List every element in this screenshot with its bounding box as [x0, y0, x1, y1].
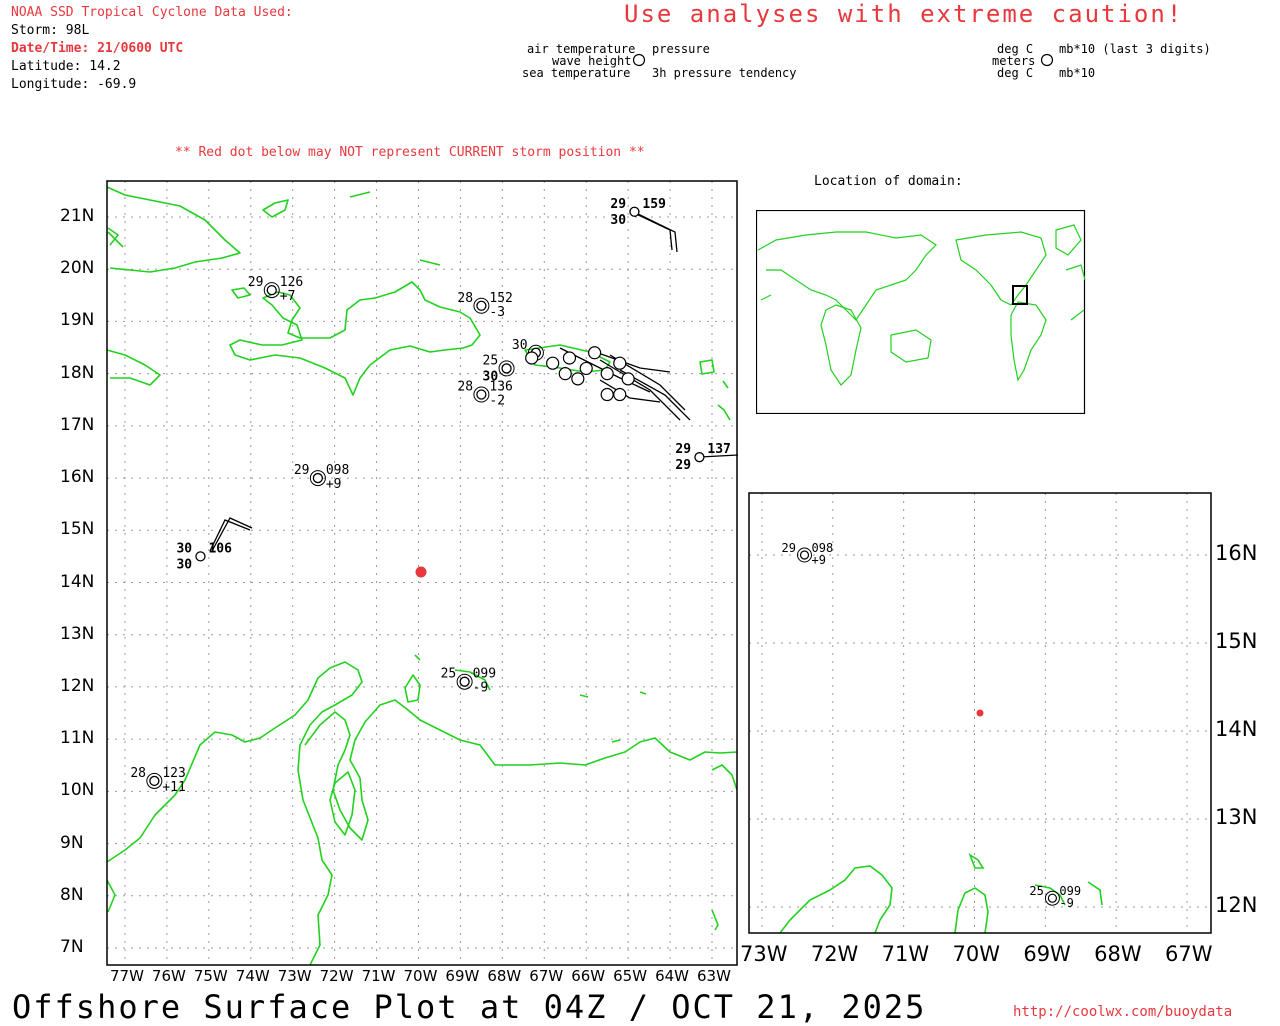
zoom-lon-label: 71W	[881, 942, 930, 966]
main-lat-label: 17N	[60, 414, 95, 435]
zoom-lat-label: 15N	[1215, 629, 1258, 653]
main-lat-label: 19N	[60, 310, 95, 331]
zoom-lon-label: 70W	[952, 942, 1001, 966]
zoom-storm-position-marker	[976, 709, 984, 717]
main-lat-label: 12N	[60, 675, 95, 696]
main-lon-label: 65W	[613, 967, 648, 985]
main-lon-label: 68W	[487, 967, 522, 985]
main-lon-label: 66W	[571, 967, 606, 985]
main-lat-label: 21N	[60, 206, 95, 226]
main-lon-label: 77W	[110, 967, 144, 985]
footer-url[interactable]: http://coolwx.com/buoydata	[1013, 1004, 1232, 1020]
main-lat-label: 18N	[60, 362, 95, 383]
main-lat-label: 20N	[60, 258, 95, 279]
main-lon-label: 76W	[151, 967, 186, 985]
main-lon-label: 64W	[655, 967, 689, 985]
main-lon-label: 63W	[697, 967, 731, 985]
main-lon-label: 72W	[319, 967, 354, 985]
main-lon-label: 73W	[277, 967, 312, 985]
zoom-station-air-temp: 25	[1029, 884, 1043, 898]
main-lon-label: 74W	[235, 967, 270, 985]
main-lon-label: 71W	[361, 967, 396, 985]
main-lat-label: 7N	[60, 937, 84, 957]
main-lat-label: 15N	[60, 519, 95, 540]
zoom-station-air-temp: 29	[782, 541, 796, 555]
main-lon-label: 70W	[403, 967, 438, 985]
zoom-lat-label: 16N	[1215, 541, 1258, 565]
main-lat-label: 11N	[60, 728, 95, 749]
zoom-lat-label: 13N	[1215, 805, 1258, 829]
zoom-lon-label: 73W	[740, 942, 788, 966]
main-lat-label: 9N	[60, 832, 84, 853]
main-lat-label: 8N	[60, 884, 84, 905]
zoom-map: 29 098+9 25 099-9	[748, 492, 1212, 934]
zoom-lon-label: 72W	[810, 942, 859, 966]
zoom-lat-label: 12N	[1215, 893, 1258, 917]
main-lat-label: 10N	[60, 780, 95, 801]
main-lon-label: 69W	[445, 967, 480, 985]
main-lat-label: 16N	[60, 467, 95, 488]
main-lat-label: 14N	[60, 571, 95, 592]
zoom-station-tendency: -9	[1059, 896, 1073, 910]
zoom-lat-label: 14N	[1215, 717, 1258, 741]
main-lon-label: 67W	[529, 967, 564, 985]
zoom-station-marker: 29 098+9	[782, 541, 834, 567]
zoom-lon-label: 68W	[1094, 942, 1142, 966]
footer-title: Offshore Surface Plot at 04Z / OCT 21, 2…	[12, 988, 927, 1026]
zoom-lon-label: 67W	[1165, 942, 1213, 966]
zoom-lon-label: 69W	[1023, 942, 1071, 966]
main-lon-label: 75W	[193, 967, 228, 985]
main-lat-label: 13N	[60, 623, 95, 644]
zoom-station-tendency: +9	[812, 553, 826, 567]
zoom-station-marker: 25 099-9	[1029, 884, 1081, 910]
